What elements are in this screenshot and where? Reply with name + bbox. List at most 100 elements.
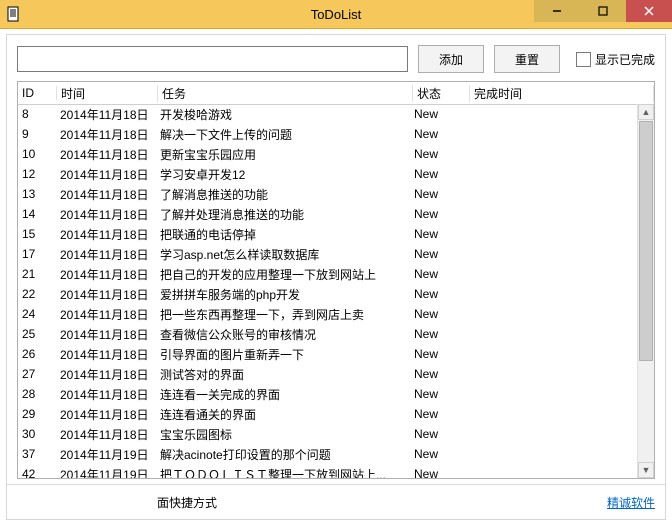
cell-id: 27 — [18, 367, 56, 381]
cell-time: 2014年11月19日 — [56, 466, 156, 479]
cell-id: 29 — [18, 407, 56, 421]
table-row[interactable]: 132014年11月18日了解消息推送的功能New — [18, 184, 638, 204]
column-donetime[interactable]: 完成时间 — [470, 85, 654, 102]
cell-task: 更新宝宝乐园应用 — [156, 146, 410, 163]
column-task[interactable]: 任务 — [158, 85, 413, 102]
cell-state: New — [410, 347, 466, 361]
cell-time: 2014年11月18日 — [56, 126, 156, 143]
cell-state: New — [410, 207, 466, 221]
cell-state: New — [410, 187, 466, 201]
cell-id: 42 — [18, 467, 56, 478]
cell-time: 2014年11月18日 — [56, 186, 156, 203]
cell-task: 学习安卓开发12 — [156, 166, 410, 183]
table-row[interactable]: 142014年11月18日 了解并处理消息推送的功能New — [18, 204, 638, 224]
table-row[interactable]: 282014年11月18日连连看一关完成的界面New — [18, 384, 638, 404]
window-controls — [534, 0, 672, 22]
table-row[interactable]: 222014年11月18日爱拼拼车服务端的php开发New — [18, 284, 638, 304]
vertical-scrollbar[interactable]: ▲ ▼ — [637, 104, 654, 478]
task-listview[interactable]: ID 时间 任务 状态 完成时间 82014年11月18日开发梭哈游戏New92… — [17, 81, 655, 479]
cell-task: 开发梭哈游戏 — [156, 106, 410, 123]
maximize-button[interactable] — [580, 0, 626, 22]
app-icon — [6, 6, 22, 22]
cell-state: New — [410, 287, 466, 301]
cell-state: New — [410, 227, 466, 241]
title-bar: ToDoList — [0, 0, 672, 29]
cell-state: New — [410, 427, 466, 441]
cell-time: 2014年11月18日 — [56, 366, 156, 383]
table-row[interactable]: 152014年11月18日把联通的电话停掉New — [18, 224, 638, 244]
cell-state: New — [410, 107, 466, 121]
table-row[interactable]: 272014年11月18日测试答对的界面New — [18, 364, 638, 384]
table-row[interactable]: 242014年11月18日把一些东西再整理一下，弄到网店上卖New — [18, 304, 638, 324]
cell-time: 2014年11月18日 — [56, 306, 156, 323]
cell-task: 连连看通关的界面 — [156, 406, 410, 423]
vendor-link[interactable]: 精诚软件 — [607, 494, 655, 511]
cell-task: 解决一下文件上传的问题 — [156, 126, 410, 143]
cell-time: 2014年11月18日 — [56, 346, 156, 363]
table-row[interactable]: 122014年11月18日学习安卓开发12New — [18, 164, 638, 184]
cell-time: 2014年11月18日 — [56, 406, 156, 423]
cell-id: 24 — [18, 307, 56, 321]
cell-id: 10 — [18, 147, 56, 161]
table-row[interactable]: 262014年11月18日引导界面的图片重新弄一下New — [18, 344, 638, 364]
cell-time: 2014年11月18日 — [56, 206, 156, 223]
cell-id: 22 — [18, 287, 56, 301]
cell-id: 30 — [18, 427, 56, 441]
show-done-label: 显示已完成 — [595, 51, 655, 68]
cell-time: 2014年11月18日 — [56, 246, 156, 263]
table-row[interactable]: 372014年11月19日解决acinote打印设置的那个问题New — [18, 444, 638, 464]
task-input[interactable] — [17, 46, 408, 72]
table-row[interactable]: 92014年11月18日解决一下文件上传的问题New — [18, 124, 638, 144]
client-area: 添加 重置 显示已完成 ID 时间 任务 状态 完成时间 82014年11月18… — [6, 34, 666, 520]
cell-state: New — [410, 127, 466, 141]
cell-time: 2014年11月18日 — [56, 226, 156, 243]
cell-task: 宝宝乐园图标 — [156, 426, 410, 443]
cell-id: 8 — [18, 107, 56, 121]
cell-state: New — [410, 387, 466, 401]
scroll-down-icon[interactable]: ▼ — [638, 462, 654, 478]
listview-body[interactable]: 82014年11月18日开发梭哈游戏New92014年11月18日解决一下文件上… — [18, 104, 638, 478]
close-button[interactable] — [626, 0, 672, 22]
cell-task: 测试答对的界面 — [156, 366, 410, 383]
checkbox-icon — [576, 52, 591, 67]
table-row[interactable]: 102014年11月18日更新宝宝乐园应用New — [18, 144, 638, 164]
show-done-checkbox[interactable]: 显示已完成 — [576, 51, 655, 68]
listview-header[interactable]: ID 时间 任务 状态 完成时间 — [18, 82, 654, 105]
add-button[interactable]: 添加 — [418, 45, 484, 73]
scroll-thumb[interactable] — [639, 121, 653, 361]
cell-task: 了解并处理消息推送的功能 — [156, 206, 410, 223]
column-id[interactable]: ID — [18, 86, 57, 100]
column-state[interactable]: 状态 — [413, 85, 470, 102]
column-time[interactable]: 时间 — [57, 85, 158, 102]
table-row[interactable]: 302014年11月18日宝宝乐园图标New — [18, 424, 638, 444]
cell-time: 2014年11月18日 — [56, 266, 156, 283]
cell-task: 引导界面的图片重新弄一下 — [156, 346, 410, 363]
cell-task: 解决acinote打印设置的那个问题 — [156, 446, 410, 463]
cell-state: New — [410, 407, 466, 421]
table-row[interactable]: 172014年11月18日学习asp.net怎么样读取数据库New — [18, 244, 638, 264]
table-row[interactable]: 82014年11月18日开发梭哈游戏New — [18, 104, 638, 124]
cell-task: 把ＴＯＤＯＬＩＳＴ整理一下放到网站上... — [156, 466, 410, 479]
cell-state: New — [410, 307, 466, 321]
cell-state: New — [410, 267, 466, 281]
cell-id: 13 — [18, 187, 56, 201]
cell-id: 14 — [18, 207, 56, 221]
table-row[interactable]: 212014年11月18日把自己的开发的应用整理一下放到网站上New — [18, 264, 638, 284]
status-bar: 面快捷方式 精诚软件 — [7, 484, 665, 519]
cell-task: 了解消息推送的功能 — [156, 186, 410, 203]
table-row[interactable]: 292014年11月18日连连看通关的界面New — [18, 404, 638, 424]
minimize-button[interactable] — [534, 0, 580, 22]
table-row[interactable]: 252014年11月18日查看微信公众账号的审核情况New — [18, 324, 638, 344]
cell-id: 17 — [18, 247, 56, 261]
cell-time: 2014年11月18日 — [56, 386, 156, 403]
cell-task: 把一些东西再整理一下，弄到网店上卖 — [156, 306, 410, 323]
cell-time: 2014年11月18日 — [56, 106, 156, 123]
scroll-up-icon[interactable]: ▲ — [638, 104, 654, 120]
cell-task: 爱拼拼车服务端的php开发 — [156, 286, 410, 303]
reset-button[interactable]: 重置 — [494, 45, 560, 73]
cell-time: 2014年11月18日 — [56, 286, 156, 303]
cell-task: 把联通的电话停掉 — [156, 226, 410, 243]
table-row[interactable]: 422014年11月19日把ＴＯＤＯＬＩＳＴ整理一下放到网站上...New — [18, 464, 638, 478]
cell-id: 9 — [18, 127, 56, 141]
toolbar: 添加 重置 显示已完成 — [7, 35, 665, 81]
